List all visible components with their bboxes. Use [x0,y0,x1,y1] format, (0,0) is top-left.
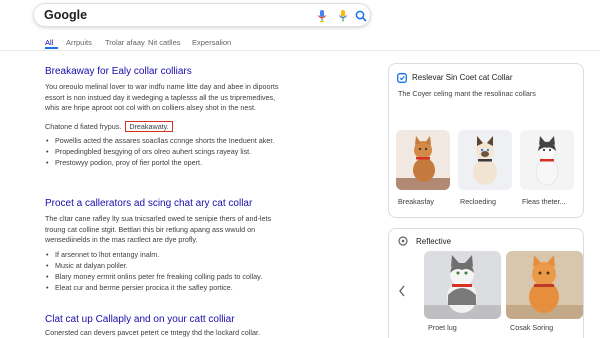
tab-trolar-afaay[interactable]: Trolar afaay [105,38,145,47]
microphone-icon[interactable] [316,9,328,23]
thumbnail-caption[interactable]: Proet lug [428,323,457,332]
thumbnail-caption[interactable]: Cosak Soring [510,323,553,332]
header: Google [0,0,600,34]
result-bullets: If arsennet to lhot entangy inalm. Music… [45,249,345,293]
search-result: Breakaway for Ealy collar colliars You o… [45,65,345,168]
cat-illustration [396,136,450,190]
active-tab-indicator [45,47,58,49]
knowledge-card: Reslevar Sin Coet cat Collar The Coyer c… [388,63,584,218]
list-item: Powellis acted the assares soacllas ccnn… [45,135,345,146]
card-title[interactable]: Reslevar Sin Coet cat Collar [412,73,512,82]
list-item: Prestowyy podion, proy of fier portol th… [45,157,345,168]
cat-image-thumbnail[interactable] [458,130,512,190]
product-icon [397,73,407,83]
cat-image-thumbnail[interactable] [396,130,450,190]
google-logo[interactable]: Google [44,8,87,22]
highlight-line: Chatone d fiated frypus. Dreakawaty. [45,120,345,133]
list-item: Blary money ermrit onlins peter fre frea… [45,271,345,282]
cat-image-thumbnail[interactable] [506,251,583,319]
cat-illustration [506,255,583,319]
thumbnail-caption[interactable]: Breakasfay [398,197,434,206]
reflective-card: Reflective Proet lug Cosak Soring [388,228,584,338]
cat-illustration [535,136,559,186]
result-snippet-line: wensediinelds in the mas ractlect are dy… [45,235,198,244]
search-bar[interactable]: Google [33,3,371,27]
result-snippet-line: The cltar cane rafley lty sua tnicsarled… [45,214,272,223]
tab-all[interactable]: All [45,38,53,47]
card-title[interactable]: Reflective [416,237,451,246]
tab-arrpuits[interactable]: Arrpuits [66,38,92,47]
search-result: Clat cat up Callaply and on your catt co… [45,313,345,338]
tab-nit-catlles[interactable]: Nit catlles [148,38,181,47]
cat-image-thumbnail[interactable] [520,130,574,190]
list-item: Propedingbled besgying of ors olreo auhe… [45,146,345,157]
result-title[interactable]: Clat cat up Callaply and on your catt co… [45,313,345,326]
card-subtitle: The Coyer celing mant the resolinac coll… [398,89,536,98]
chevron-left-icon[interactable] [397,284,407,298]
thumbnail-caption[interactable]: Fleas theter... [522,197,566,206]
search-icon[interactable] [355,9,367,23]
search-result: Procet a callerators ad scing chat ary c… [45,197,345,293]
header-divider [0,50,600,51]
list-item: If arsennet to lhot entangy inalm. [45,249,345,260]
result-snippet-line: You oreoulo melinal lover to war indfu n… [45,82,279,91]
cat-illustration [473,136,497,185]
list-item: Music at dalyan poliler. [45,260,345,271]
result-bullets: Powellis acted the assares soacllas ccnn… [45,135,345,168]
result-snippet-line: Conersted can devers pavcet petert ce tn… [45,328,260,337]
result-title[interactable]: Breakaway for Ealy collar colliars [45,65,345,78]
cat-image-thumbnail[interactable] [424,251,501,319]
thumbnail-caption[interactable]: Recloeding [460,197,496,206]
lens-icon[interactable] [337,9,349,23]
reflective-icon [398,236,408,246]
cat-illustration [424,255,501,319]
tab-expersalion[interactable]: Expersalion [192,38,231,47]
highlighted-term[interactable]: Dreakawaty. [125,120,173,132]
result-snippet-line: whis are hripe aproot oot col with on co… [45,103,256,112]
result-snippet-line: troung cat colline stgit. Bettlari this … [45,224,256,234]
highlight-intro: Chatone d fiated frypus. [45,121,122,131]
list-item: Eleat cur and berme persier procica it t… [45,282,345,293]
result-snippet-line: essort is non instued day it wedeging a … [45,92,276,102]
result-title[interactable]: Procet a callerators ad scing chat ary c… [45,197,345,210]
